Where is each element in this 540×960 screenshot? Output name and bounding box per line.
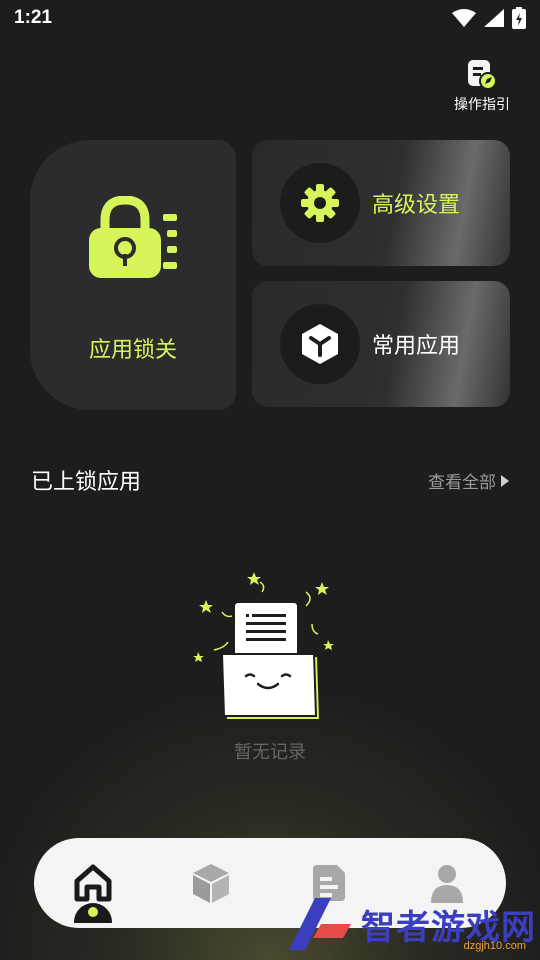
status-icons: [452, 7, 526, 29]
home-icon: [74, 864, 112, 902]
guide-button[interactable]: 操作指引: [454, 58, 510, 114]
lock-icon: [89, 196, 177, 278]
box-icon: [193, 864, 229, 903]
advanced-settings-card[interactable]: 高级设置: [252, 140, 510, 266]
locked-apps-title: 已上锁应用: [31, 470, 142, 495]
common-apps-label: 常用应用: [372, 334, 461, 359]
guide-label: 操作指引: [454, 97, 510, 113]
app-lock-card[interactable]: 应用锁关: [30, 140, 236, 410]
guide-icon: [468, 60, 497, 90]
watermark-subtext: dzgjh10.com: [463, 940, 526, 952]
empty-state-illustration: [193, 572, 334, 719]
tab-apps[interactable]: [181, 853, 241, 913]
watermark-logo-icon: [289, 898, 351, 950]
gear-icon: [301, 184, 339, 222]
arrow-right-icon: [501, 474, 509, 487]
wifi-icon: [452, 9, 476, 27]
advanced-settings-label: 高级设置: [372, 193, 461, 218]
signal-icon: [484, 9, 504, 27]
watermark: 智者游戏网 dzgjh10.com: [285, 894, 536, 954]
cube-icon: [302, 324, 338, 364]
empty-state-text: 暂无记录: [234, 742, 306, 763]
common-apps-card[interactable]: 常用应用: [252, 281, 510, 407]
app-lock-label: 应用锁关: [88, 338, 177, 363]
view-all-label: 查看全部: [428, 473, 496, 493]
active-tab-indicator: [74, 903, 112, 923]
status-bar: 1:21: [0, 0, 540, 36]
advanced-settings-icon-circle: [280, 163, 360, 243]
view-all-link[interactable]: 查看全部: [428, 468, 510, 493]
battery-icon: [512, 7, 526, 29]
common-apps-icon-circle: [280, 304, 360, 384]
status-time: 1:21: [14, 7, 53, 28]
tab-home[interactable]: [63, 853, 123, 923]
